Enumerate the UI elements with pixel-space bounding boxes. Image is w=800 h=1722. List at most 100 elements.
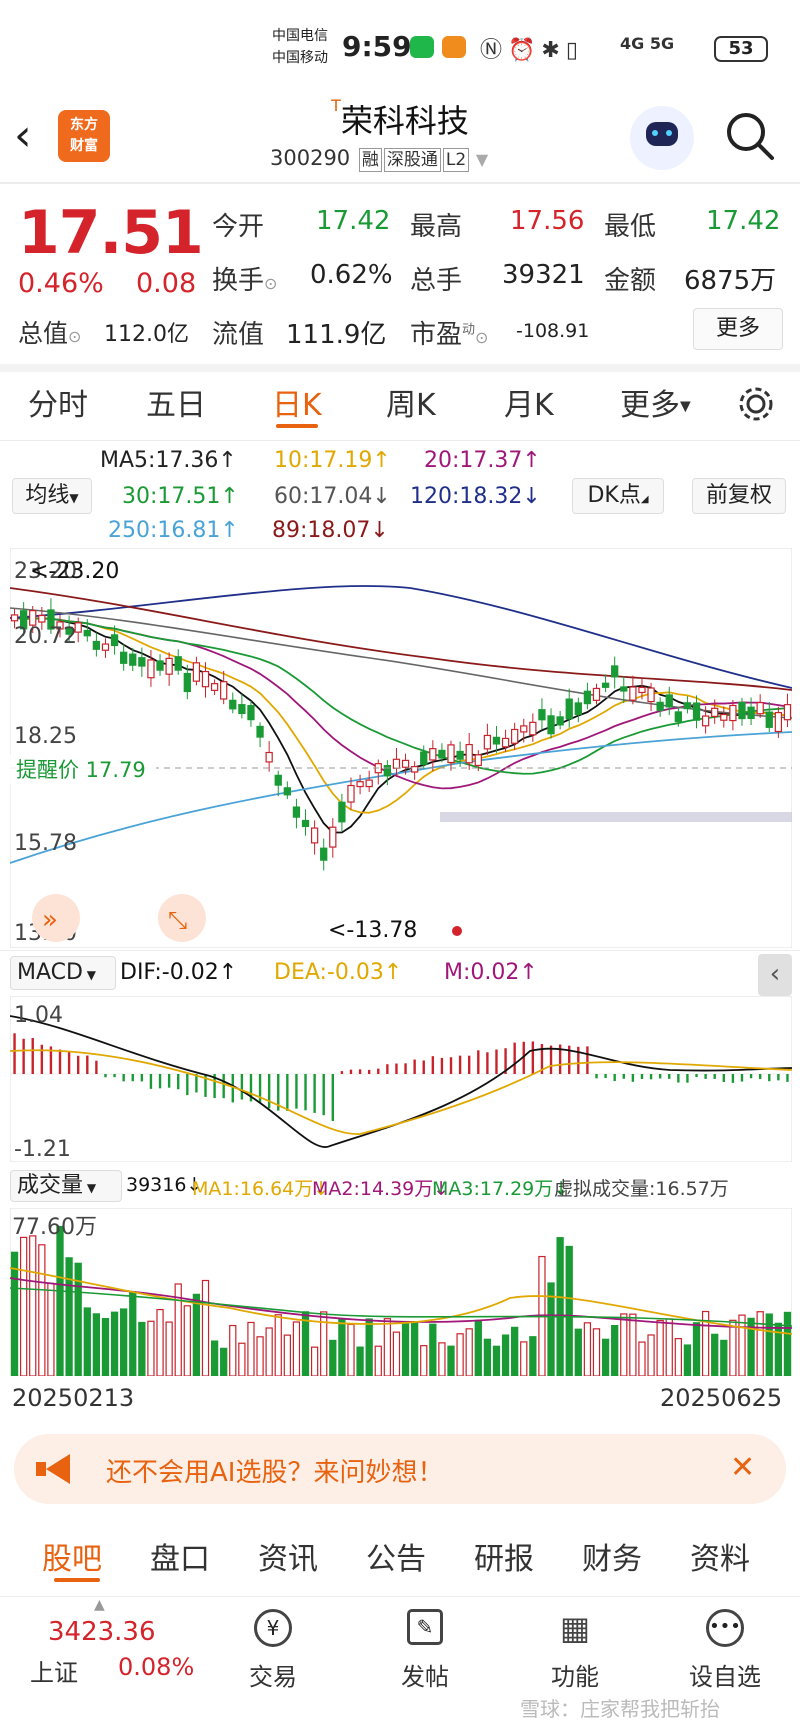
volume-bar: [501, 1334, 510, 1376]
candle: [201, 670, 210, 688]
tab-financials[interactable]: 财务: [582, 1534, 642, 1578]
candle: [192, 662, 201, 682]
candle: [329, 826, 337, 848]
tab-forum[interactable]: 股吧: [42, 1534, 102, 1578]
candle: [256, 725, 264, 738]
volume-bar: [656, 1319, 664, 1376]
pe-label: 市盈动⊙: [410, 320, 489, 350]
volume-bar: [629, 1313, 637, 1376]
volume-bar: [101, 1317, 110, 1376]
tab-weekly-k[interactable]: 周K: [386, 380, 436, 424]
carrier-2: 中国移动: [272, 50, 328, 66]
y-label-2: 20.72: [14, 624, 77, 649]
volume-bar: [274, 1314, 282, 1376]
candle: [765, 711, 773, 728]
tab-five-day[interactable]: 五日: [146, 380, 206, 424]
candle: [301, 819, 310, 828]
more-button[interactable]: 更多: [693, 308, 783, 350]
volume-bar: [238, 1342, 246, 1376]
candle: [501, 737, 510, 748]
divider: [0, 364, 800, 372]
assistant-robot-icon[interactable]: [630, 106, 694, 170]
fullscreen-icon[interactable]: ⤡: [158, 894, 206, 942]
volume-bar: [474, 1319, 482, 1376]
nav-post[interactable]: ✎ 发帖: [384, 1609, 466, 1692]
collapse-panel-icon[interactable]: ‹: [758, 954, 792, 996]
end-date: 20250625: [660, 1384, 783, 1412]
indicator-mode-select[interactable]: 均线▼: [12, 478, 92, 514]
nav-add-watchlist[interactable]: ••• 设自选: [680, 1609, 770, 1692]
search-icon[interactable]: [724, 110, 776, 162]
candle: [238, 704, 246, 714]
candle: [338, 801, 346, 823]
macd-dea: DEA:-0.03↑: [274, 960, 403, 985]
volume-bar: [10, 1251, 19, 1376]
volume-bar: [120, 1308, 128, 1376]
candle: [183, 672, 191, 693]
candle: [210, 683, 219, 691]
volume-bar: [347, 1323, 355, 1376]
svg-text:⤡: ⤡: [168, 906, 187, 934]
index-change[interactable]: 0.08%: [118, 1653, 194, 1681]
volume-bar: [429, 1323, 437, 1376]
ma30-value: 30:17.51↑: [122, 484, 239, 509]
y-label-3: 18.25: [14, 724, 77, 749]
tab-profile[interactable]: 资料: [690, 1534, 750, 1578]
volume-bar: [292, 1321, 301, 1376]
candle: [647, 687, 655, 703]
event-dot[interactable]: [452, 926, 462, 936]
expand-left-icon[interactable]: »: [32, 894, 80, 942]
tab-more[interactable]: 更多▼: [620, 380, 691, 424]
candle: [474, 754, 482, 767]
tab-daily-k[interactable]: 日K: [272, 380, 322, 424]
index-name[interactable]: 上证: [30, 1653, 78, 1688]
yen-icon: ¥: [254, 1609, 292, 1647]
candle: [129, 653, 137, 666]
adjust-button[interactable]: 前复权: [692, 478, 786, 514]
volume-bar: [574, 1328, 582, 1376]
grid-icon: ▦: [559, 1609, 591, 1647]
volume-bar: [129, 1291, 137, 1376]
candle: [756, 702, 764, 715]
tab-intraday[interactable]: 分时: [28, 380, 88, 424]
start-date: 20250213: [12, 1384, 135, 1412]
volume-bar: [110, 1311, 119, 1376]
volume-bar: [665, 1318, 673, 1376]
candle: [492, 736, 501, 745]
volume-bar: [374, 1345, 382, 1376]
banner-text: 还不会用AI选股？来问妙想！: [106, 1458, 444, 1488]
tab-monthly-k[interactable]: 月K: [504, 380, 554, 424]
candle: [583, 690, 592, 705]
tab-orderbook[interactable]: 盘口: [150, 1534, 210, 1578]
tab-news[interactable]: 资讯: [258, 1534, 318, 1578]
candle: [520, 725, 528, 733]
kline-chart[interactable]: 提醒价 17.79 23.20 20.72 18.25 15.78 13.30 …: [10, 548, 792, 948]
open-label: 今开: [212, 212, 265, 242]
tab-announcements[interactable]: 公告: [366, 1534, 426, 1578]
nav-functions[interactable]: ▦ 功能: [534, 1609, 616, 1692]
dk-point-button[interactable]: DK点◢: [572, 478, 664, 514]
active-bottom-tab-indicator: [54, 1578, 100, 1582]
svg-text:»: »: [42, 905, 58, 935]
volume-bar: [620, 1313, 628, 1376]
nav-trade[interactable]: ¥ 交易: [232, 1609, 314, 1692]
index-value[interactable]: 3423.36: [48, 1617, 156, 1647]
macd-select[interactable]: MACD ▼: [10, 956, 116, 990]
candle: [656, 701, 664, 711]
chevron-up-icon[interactable]: ▲: [94, 1597, 105, 1613]
ma20-value: 20:17.37↑: [424, 448, 541, 473]
volume-select[interactable]: 成交量 ▼: [10, 1170, 122, 1202]
tab-research[interactable]: 研报: [474, 1534, 534, 1578]
close-icon[interactable]: ✕: [730, 1450, 755, 1485]
ai-promo-banner[interactable]: 还不会用AI选股？来问妙想！ ✕: [14, 1434, 786, 1504]
turnover-label: 换手⊙: [212, 266, 278, 296]
settings-gear-icon[interactable]: [736, 384, 776, 424]
volume-bar: [256, 1336, 264, 1376]
macd-chart[interactable]: 1.04 -1.21: [10, 996, 792, 1162]
candle: [401, 759, 410, 768]
volume-chart[interactable]: 77.60万: [10, 1208, 792, 1376]
low-label: 最低: [604, 212, 657, 242]
virtual-volume: 虚拟成交量:16.57万: [554, 1178, 729, 1200]
volume-bar: [492, 1345, 501, 1376]
candle: [83, 629, 91, 637]
